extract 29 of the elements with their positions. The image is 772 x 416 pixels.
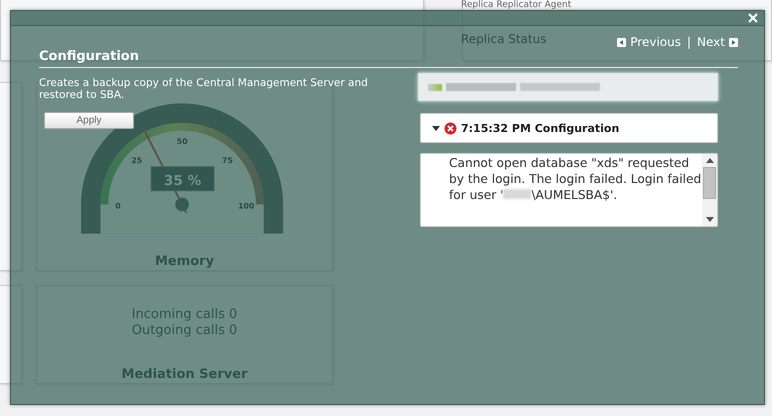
error-icon	[444, 122, 457, 134]
scrollbar-thumb[interactable]	[703, 167, 716, 199]
error-message: Cannot open database "xds" requested by the login. The login failed. Login failed for user ' \AUMELSBA$'.	[448, 155, 702, 204]
log-entry-title: 7:15:32 PM Configuration	[461, 122, 620, 134]
next-link[interactable]: Next	[697, 35, 725, 49]
close-icon[interactable]	[748, 13, 758, 23]
separator: |	[686, 35, 692, 49]
gauge-tick-label: 50	[176, 137, 187, 146]
gauge-tick-label: 100	[238, 201, 254, 210]
previous-arrow-icon[interactable]	[617, 38, 626, 46]
redaction-mark	[503, 189, 532, 199]
dialog-title: Configuration	[39, 49, 738, 68]
gauge-tick-label: 25	[130, 156, 142, 165]
card-title: Memory	[154, 254, 214, 270]
call-count: Outgoing calls 0	[132, 323, 238, 339]
scrollbar[interactable]	[702, 154, 717, 226]
gauge-tick-label: 0	[114, 201, 120, 210]
gauge-tick-label: 75	[222, 156, 232, 165]
replica-item[interactable]: Replica Replicator Agent	[461, 0, 771, 10]
card-title: Mediation Server	[122, 367, 248, 383]
next-arrow-icon[interactable]	[729, 38, 738, 46]
scroll-up-icon[interactable]	[706, 158, 714, 163]
previous-link[interactable]: Previous	[630, 35, 681, 49]
apply-button[interactable]: Apply	[44, 112, 134, 129]
description-text: Creates a backup copy of the Central Management Server and restored to SBA.	[39, 77, 369, 101]
log-entry-header[interactable]: 7:15:32 PM Configuration	[420, 113, 718, 143]
scroll-down-icon[interactable]	[706, 217, 714, 222]
caret-icon[interactable]	[432, 124, 440, 132]
call-count: Incoming calls 0	[132, 307, 238, 323]
